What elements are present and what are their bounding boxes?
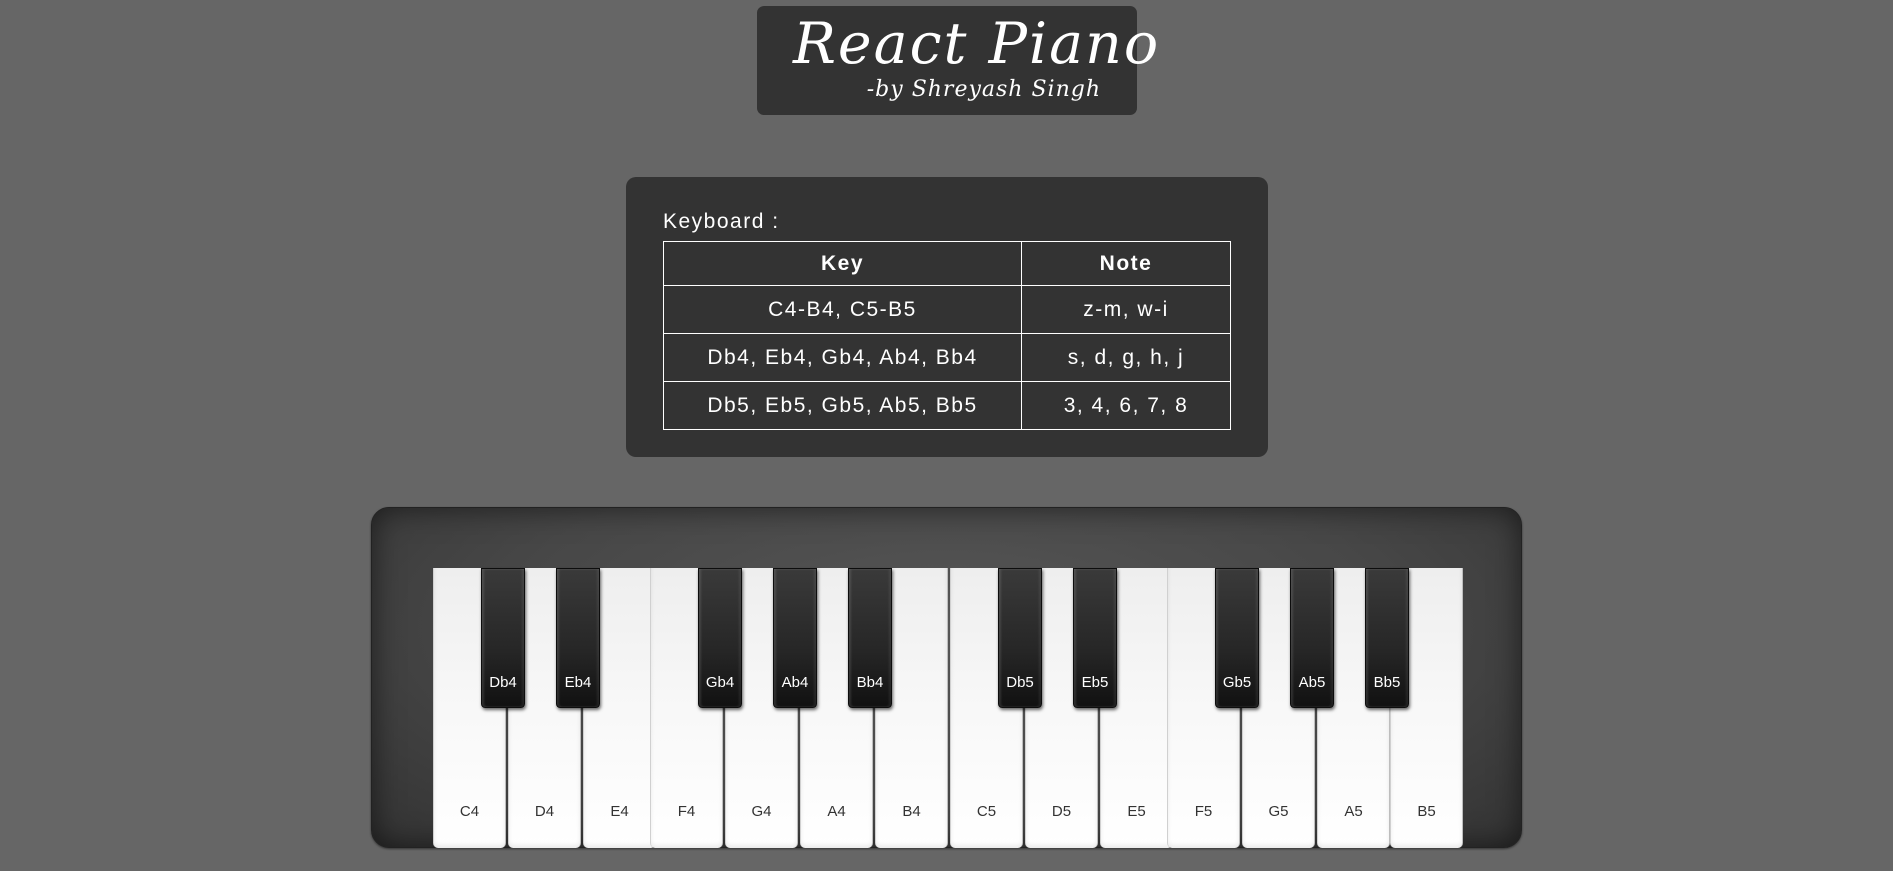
- black-key-ab5[interactable]: Ab5: [1290, 568, 1334, 708]
- keyboard-info-card: Keyboard : Key Note C4-B4, C5-B5 z-m, w-…: [626, 177, 1268, 457]
- key-label: E4: [610, 803, 629, 820]
- app-author: -by Shreyash Singh: [866, 77, 1101, 102]
- key-label: Db5: [1006, 674, 1034, 691]
- table-cell-note: s, d, g, h, j: [1021, 333, 1231, 382]
- key-label: G4: [751, 803, 772, 820]
- black-key-eb5[interactable]: Eb5: [1073, 568, 1117, 708]
- table-row: Db5, Eb5, Gb5, Ab5, Bb5 3, 4, 6, 7, 8: [663, 381, 1231, 430]
- table-header-row: Key Note: [663, 241, 1231, 286]
- black-key-gb5[interactable]: Gb5: [1215, 568, 1259, 708]
- table-cell-note: 3, 4, 6, 7, 8: [1021, 381, 1231, 430]
- key-label: Db4: [489, 674, 517, 691]
- key-label: D5: [1051, 803, 1072, 820]
- key-label: Ab5: [1298, 674, 1326, 691]
- key-label: F5: [1194, 803, 1213, 820]
- key-label: F4: [677, 803, 696, 820]
- table-row: Db4, Eb4, Gb4, Ab4, Bb4 s, d, g, h, j: [663, 333, 1231, 382]
- key-label: Eb5: [1081, 674, 1109, 691]
- key-label: Gb4: [705, 674, 735, 691]
- column-header-note: Note: [1021, 241, 1231, 286]
- key-label: B5: [1417, 803, 1436, 820]
- key-label: Ab4: [781, 674, 809, 691]
- black-key-db5[interactable]: Db5: [998, 568, 1042, 708]
- key-label: D4: [534, 803, 555, 820]
- table-cell-key: C4-B4, C5-B5: [663, 285, 1022, 334]
- table-cell-key: Db4, Eb4, Gb4, Ab4, Bb4: [663, 333, 1022, 382]
- piano-keys: C4 D4 E4 F4 G4 A4 B4 C5 D5 E5 F5 G5 A5 B…: [433, 568, 1463, 848]
- key-label: C5: [976, 803, 997, 820]
- keyboard-info-label: Keyboard :: [663, 210, 780, 233]
- black-key-db4[interactable]: Db4: [481, 568, 525, 708]
- key-label: A4: [827, 803, 846, 820]
- key-label: Bb4: [856, 674, 884, 691]
- black-key-ab4[interactable]: Ab4: [773, 568, 817, 708]
- key-label: E5: [1127, 803, 1146, 820]
- column-header-key: Key: [663, 241, 1022, 286]
- table-row: C4-B4, C5-B5 z-m, w-i: [663, 285, 1231, 334]
- black-key-bb5[interactable]: Bb5: [1365, 568, 1409, 708]
- title-card: React Piano -by Shreyash Singh: [757, 6, 1158, 115]
- key-label: Gb5: [1222, 674, 1252, 691]
- key-label: Bb5: [1373, 674, 1401, 691]
- black-key-gb4[interactable]: Gb4: [698, 568, 742, 708]
- key-label: Eb4: [564, 674, 592, 691]
- black-key-bb4[interactable]: Bb4: [848, 568, 892, 708]
- table-cell-key: Db5, Eb5, Gb5, Ab5, Bb5: [663, 381, 1022, 430]
- key-label: G5: [1268, 803, 1289, 820]
- key-label: C4: [459, 803, 480, 820]
- piano: C4 D4 E4 F4 G4 A4 B4 C5 D5 E5 F5 G5 A5 B…: [371, 507, 1522, 848]
- key-label: B4: [902, 803, 921, 820]
- black-key-eb4[interactable]: Eb4: [556, 568, 600, 708]
- table-cell-note: z-m, w-i: [1021, 285, 1231, 334]
- app-title: React Piano: [793, 11, 1161, 77]
- keyboard-mapping-table: Key Note C4-B4, C5-B5 z-m, w-i Db4, Eb4,…: [663, 241, 1231, 430]
- key-label: A5: [1344, 803, 1363, 820]
